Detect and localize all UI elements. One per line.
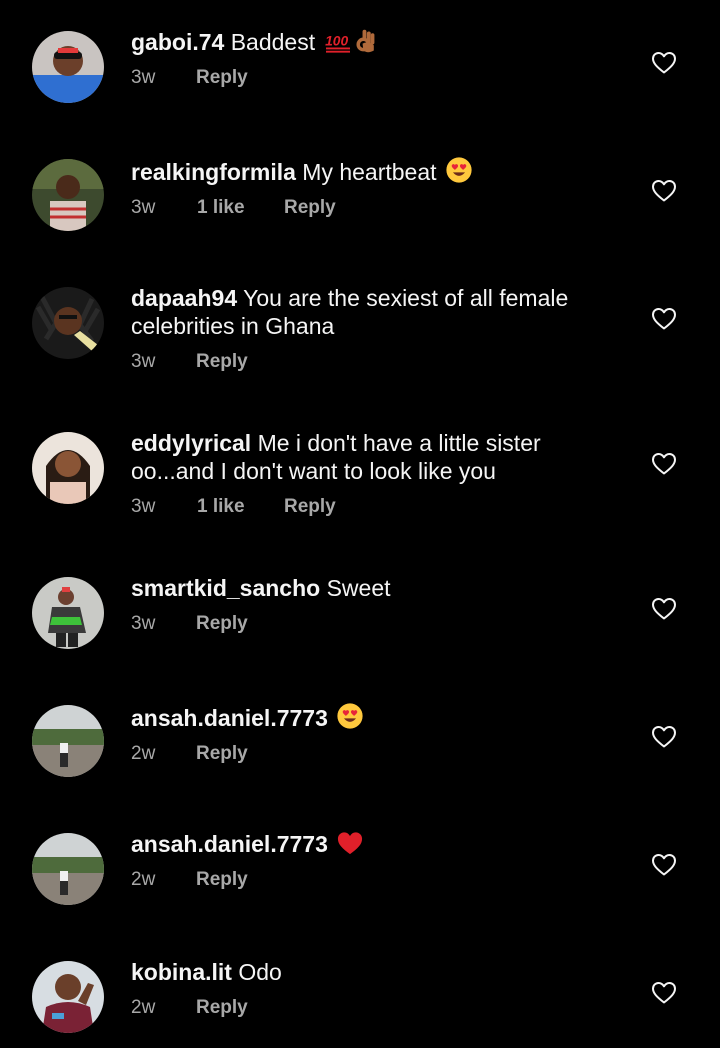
- avatar[interactable]: [32, 833, 104, 905]
- like-count[interactable]: 1 like: [197, 196, 245, 220]
- comment-body: [328, 705, 334, 731]
- comment-username[interactable]: gaboi.74: [131, 29, 224, 55]
- comment-time: 2w: [131, 997, 156, 1018]
- comment-time: 3w: [131, 67, 156, 88]
- comment-meta: 2w Reply: [131, 868, 611, 892]
- comment-text: smartkid_sancho Sweet: [131, 574, 611, 602]
- comment-time: 3w: [131, 496, 156, 517]
- reply-button[interactable]: Reply: [196, 996, 248, 1020]
- comment-time: 3w: [131, 351, 156, 372]
- comment-text: ansah.daniel.7773: [131, 702, 611, 732]
- comment-body: Odo: [231, 959, 282, 985]
- like-count[interactable]: 1 like: [197, 495, 245, 519]
- avatar[interactable]: [32, 432, 104, 504]
- heart-outline-icon[interactable]: [651, 725, 677, 749]
- comment-body: Sweet: [320, 575, 391, 601]
- comment-meta: 3w Reply: [131, 66, 611, 90]
- heart-outline-icon[interactable]: [651, 307, 677, 331]
- comment-meta: 3w Reply: [131, 350, 611, 374]
- comment-username[interactable]: ansah.daniel.7773: [131, 705, 328, 731]
- comment-text: dapaah94 You are the sexiest of all fema…: [131, 284, 611, 340]
- heart-outline-icon[interactable]: [651, 597, 677, 621]
- comment-time: 3w: [131, 613, 156, 634]
- hundred-points-emoji: [324, 30, 352, 54]
- reply-button[interactable]: Reply: [284, 495, 336, 519]
- avatar[interactable]: [32, 705, 104, 777]
- reply-button[interactable]: Reply: [284, 196, 336, 220]
- comment-meta: 3w 1 like Reply: [131, 196, 611, 220]
- comment-meta: 3w Reply: [131, 612, 611, 636]
- avatar[interactable]: [32, 287, 104, 359]
- comment-meta: 3w 1 like Reply: [131, 495, 611, 519]
- heart-outline-icon[interactable]: [651, 452, 677, 476]
- heart-eyes-emoji: [336, 702, 364, 730]
- comment-text: realkingformila My heartbeat: [131, 156, 611, 186]
- reply-button[interactable]: Reply: [196, 350, 248, 374]
- comment-meta: 2w Reply: [131, 996, 611, 1020]
- reply-button[interactable]: Reply: [196, 742, 248, 766]
- avatar[interactable]: [32, 31, 104, 103]
- comment-time: 2w: [131, 869, 156, 890]
- comment-text: gaboi.74 Baddest: [131, 28, 611, 56]
- heart-outline-icon[interactable]: [651, 179, 677, 203]
- comment-text: ansah.daniel.7773: [131, 830, 611, 858]
- avatar[interactable]: [32, 159, 104, 231]
- avatar[interactable]: [32, 577, 104, 649]
- heart-outline-icon[interactable]: [651, 51, 677, 75]
- comment-text: kobina.lit Odo: [131, 958, 611, 986]
- heart-eyes-emoji: [445, 156, 473, 184]
- comment-body: [328, 831, 334, 857]
- comment-username[interactable]: ansah.daniel.7773: [131, 831, 328, 857]
- comment-username[interactable]: kobina.lit: [131, 959, 232, 985]
- comment-username[interactable]: eddylyrical: [131, 430, 251, 456]
- comment-body: Baddest: [224, 29, 322, 55]
- red-heart-emoji: [336, 830, 364, 856]
- comment-time: 2w: [131, 743, 156, 764]
- ok-hand-emoji: [354, 28, 378, 54]
- reply-button[interactable]: Reply: [196, 66, 248, 90]
- comment-username[interactable]: dapaah94: [131, 285, 237, 311]
- heart-outline-icon[interactable]: [651, 981, 677, 1005]
- heart-outline-icon[interactable]: [651, 853, 677, 877]
- reply-button[interactable]: Reply: [196, 868, 248, 892]
- reply-button[interactable]: Reply: [196, 612, 248, 636]
- comment-username[interactable]: smartkid_sancho: [131, 575, 320, 601]
- comment-text: eddylyrical Me i don't have a little sis…: [131, 429, 611, 485]
- comment-meta: 2w Reply: [131, 742, 611, 766]
- comment-body: My heartbeat: [295, 159, 443, 185]
- comment-username[interactable]: realkingformila: [131, 159, 296, 185]
- comment-time: 3w: [131, 197, 156, 218]
- avatar[interactable]: [32, 961, 104, 1033]
